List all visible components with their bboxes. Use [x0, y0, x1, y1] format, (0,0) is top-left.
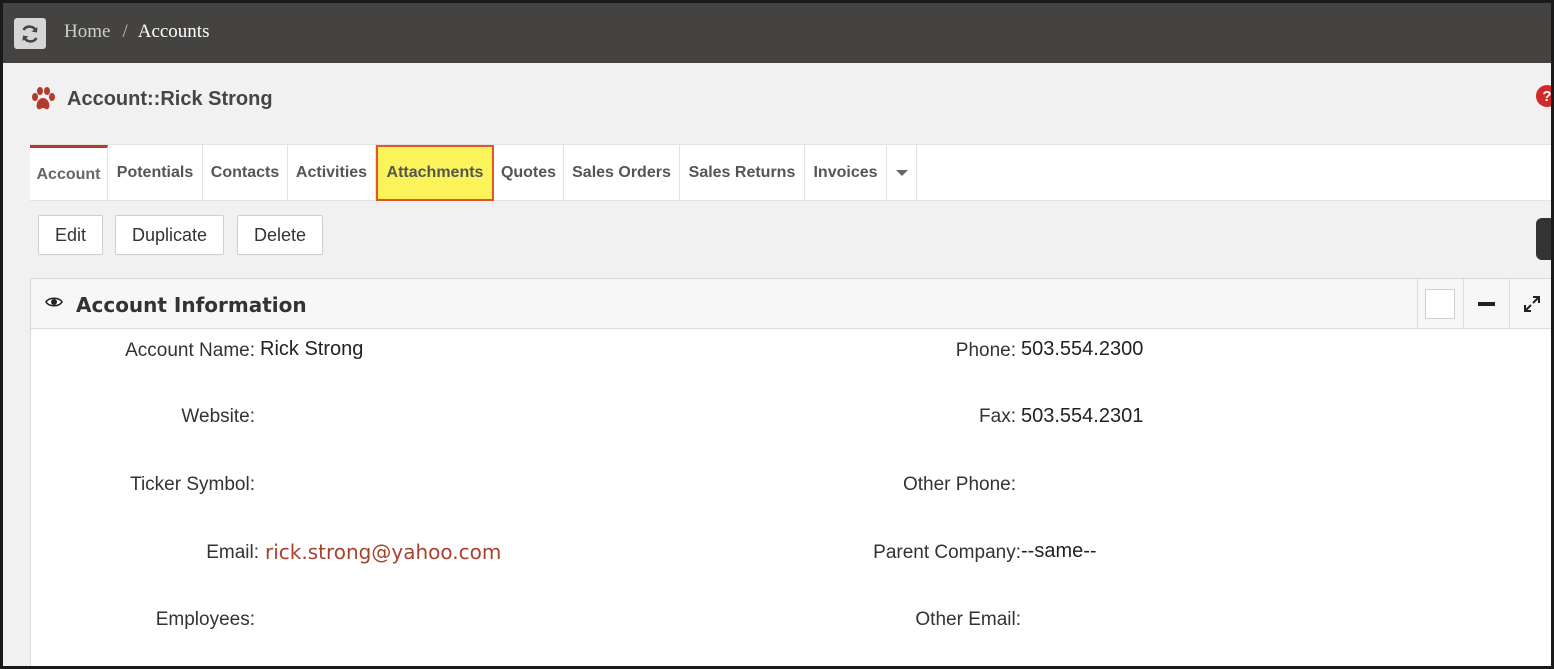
refresh-button[interactable]: [14, 18, 46, 49]
other-phone-label: Other Phone:: [902, 474, 1016, 495]
tab-invoices[interactable]: Invoices: [805, 145, 887, 201]
tab-sales-returns[interactable]: Sales Returns: [680, 145, 805, 201]
parent-company-value: --same--: [1021, 540, 1097, 562]
related-tabs: Account Potentials Contacts Activities A…: [30, 144, 1551, 201]
website-label: Website:: [181, 406, 255, 427]
breadcrumb-home[interactable]: Home: [64, 21, 110, 42]
page-header: Account::Rick Strong: [29, 84, 273, 114]
page-title: Account::Rick Strong: [67, 87, 273, 110]
tab-quotes[interactable]: Quotes: [494, 145, 564, 201]
email-link[interactable]: rick.strong@yahoo.com: [265, 540, 501, 564]
delete-button[interactable]: Delete: [237, 215, 323, 255]
expand-icon: [1524, 296, 1540, 312]
minus-icon: [1477, 302, 1495, 306]
top-bar: Home / Accounts: [3, 3, 1551, 63]
paw-icon: [32, 87, 55, 110]
phone-value: 503.554.2300: [1021, 338, 1144, 360]
panel-header: Account Information: [31, 279, 1551, 329]
help-icon[interactable]: ?: [1536, 85, 1551, 107]
tab-account[interactable]: Account: [30, 145, 108, 201]
account-information-panel: Account Information Account Name: Rick S…: [30, 278, 1551, 666]
parent-company-label: Parent Company:: [873, 542, 1021, 563]
panel-checkbox[interactable]: [1425, 289, 1455, 319]
phone-label: Phone:: [955, 340, 1016, 361]
other-email-label: Other Email:: [915, 609, 1021, 630]
eye-icon[interactable]: [45, 295, 63, 309]
panel-title: Account Information: [76, 293, 307, 317]
breadcrumb-separator: /: [122, 21, 128, 42]
ticker-symbol-label: Ticker Symbol:: [130, 474, 255, 495]
duplicate-button[interactable]: Duplicate: [115, 215, 224, 255]
fax-label: Fax:: [979, 406, 1016, 427]
breadcrumb-current[interactable]: Accounts: [138, 21, 210, 42]
more-tabs-dropdown[interactable]: [887, 145, 917, 200]
collapse-button[interactable]: [1463, 279, 1508, 329]
edit-button[interactable]: Edit: [38, 215, 103, 255]
panel-select-control: [1417, 279, 1462, 329]
side-panel-toggle[interactable]: [1536, 218, 1551, 260]
tab-activities[interactable]: Activities: [288, 145, 376, 201]
tab-contacts[interactable]: Contacts: [203, 145, 288, 201]
account-name-value: Rick Strong: [260, 338, 364, 360]
refresh-icon: [22, 24, 38, 43]
chevron-down-icon: [895, 169, 908, 176]
email-label: Email:: [206, 542, 259, 563]
tab-sales-orders[interactable]: Sales Orders: [564, 145, 680, 201]
app-frame: Home / Accounts Account::Rick Strong ? Acc…: [0, 0, 1554, 669]
employees-label: Employees:: [155, 609, 255, 630]
expand-button[interactable]: [1509, 279, 1551, 329]
tab-potentials[interactable]: Potentials: [108, 145, 203, 201]
fax-value: 503.554.2301: [1021, 405, 1144, 427]
account-name-label: Account Name:: [125, 340, 255, 361]
tab-attachments[interactable]: Attachments: [376, 145, 494, 201]
breadcrumb: Home / Accounts: [64, 21, 209, 43]
